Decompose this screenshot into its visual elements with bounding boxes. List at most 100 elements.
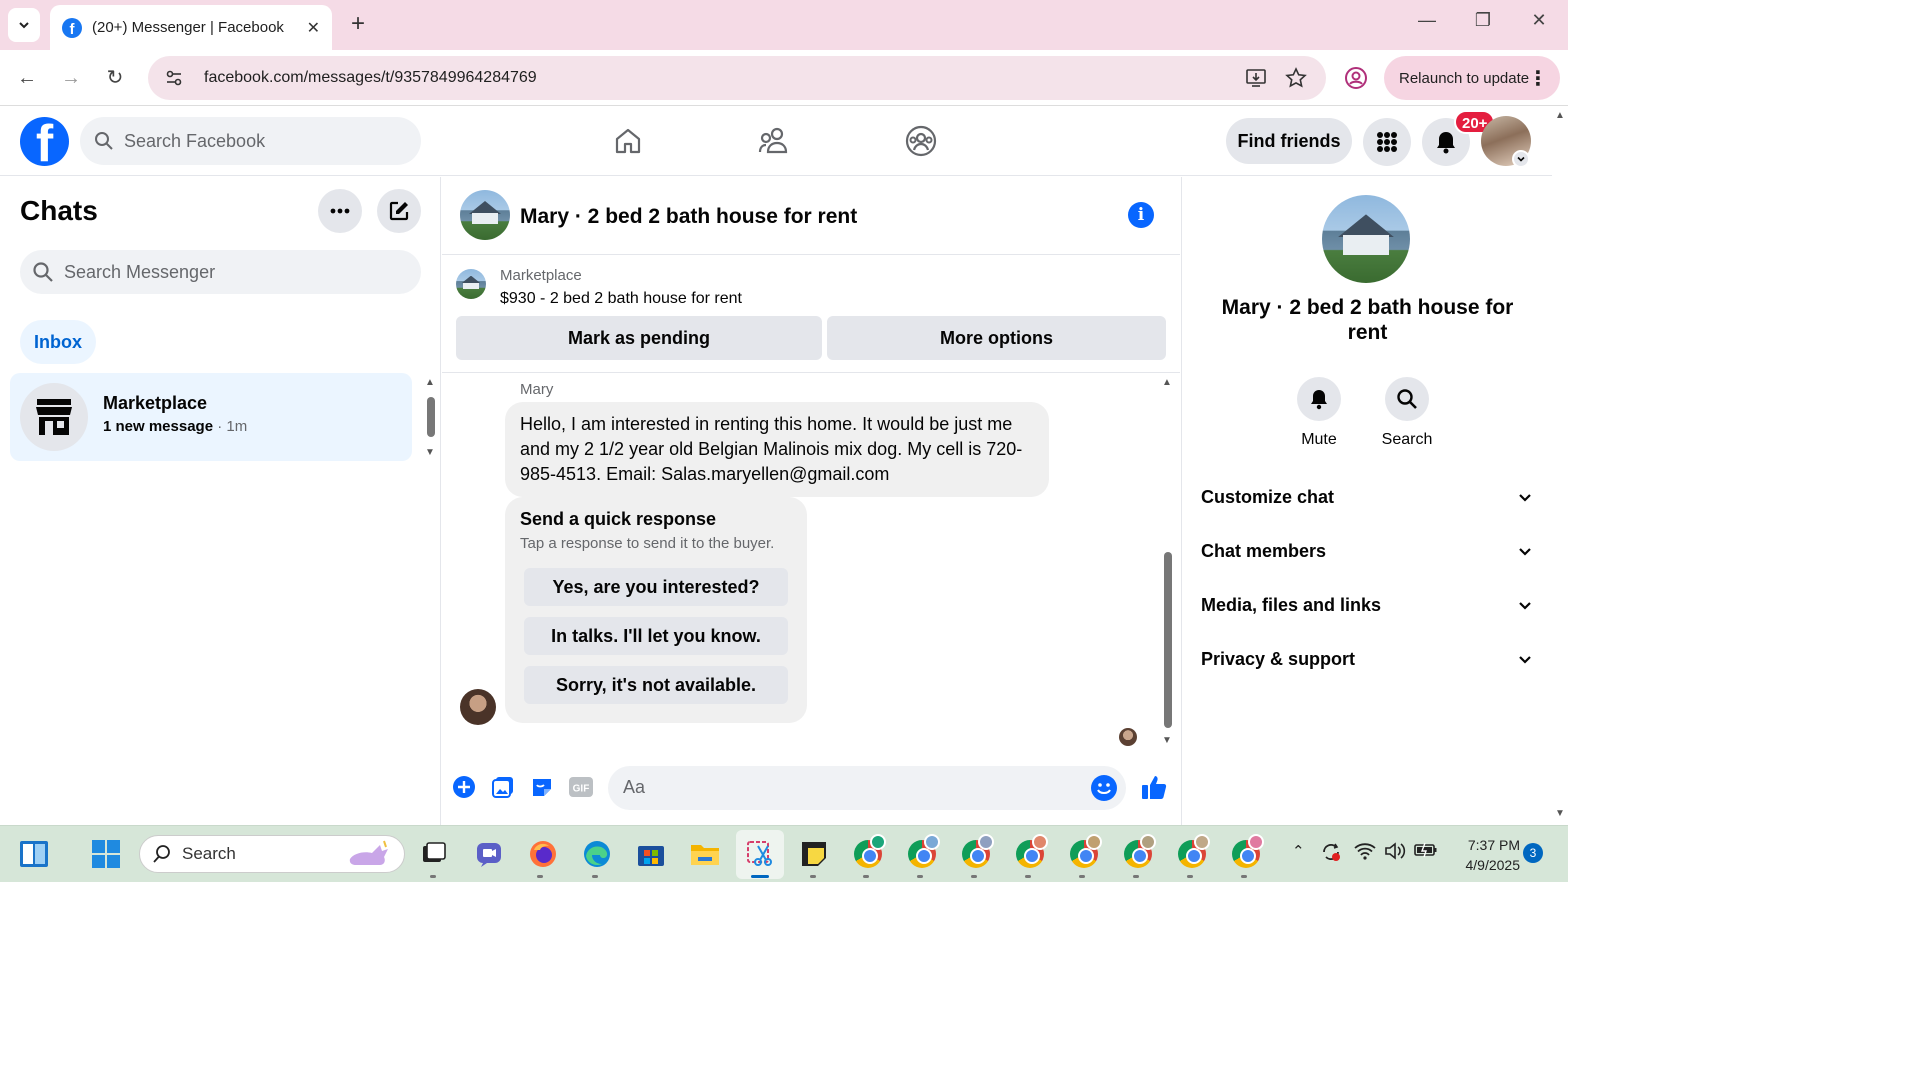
- search-in-conversation-button[interactable]: Search: [1369, 377, 1445, 449]
- section-label: Chat members: [1201, 540, 1327, 561]
- facebook-search-placeholder: Search Facebook: [124, 130, 266, 151]
- menu-grid-icon[interactable]: [1363, 118, 1411, 166]
- messages-scroll-down-icon[interactable]: ▼: [1162, 735, 1172, 746]
- info-icon[interactable]: i: [1128, 202, 1154, 228]
- listing-title[interactable]: $930 - 2 bed 2 bath house for rent: [500, 290, 742, 308]
- sync-status-icon[interactable]: [1320, 842, 1342, 866]
- chat-list-item[interactable]: Marketplace 1 new message · 1m: [10, 373, 412, 461]
- minimize-icon[interactable]: —: [1412, 10, 1442, 31]
- browser-tab[interactable]: f (20+) Messenger | Facebook ✕: [50, 5, 332, 50]
- page-scroll-up-icon[interactable]: ▲: [1552, 110, 1568, 124]
- chrome-profile-icon[interactable]: [1014, 834, 1048, 870]
- privacy-support-section[interactable]: Privacy & support: [1201, 639, 1533, 679]
- show-hidden-icons-icon[interactable]: ⌃: [1292, 842, 1305, 860]
- sender-avatar[interactable]: [460, 689, 496, 725]
- friends-icon[interactable]: [757, 124, 791, 158]
- address-bar[interactable]: facebook.com/messages/t/9357849964284769: [148, 56, 1326, 100]
- messages-scroll-up-icon[interactable]: ▲: [1162, 377, 1172, 388]
- quick-response-option[interactable]: Sorry, it's not available.: [524, 666, 788, 704]
- media-files-links-section[interactable]: Media, files and links: [1201, 585, 1533, 625]
- facebook-search-input[interactable]: Search Facebook: [80, 117, 421, 165]
- plus-circle-icon[interactable]: [451, 774, 477, 800]
- inbox-filter-tab[interactable]: Inbox: [20, 320, 96, 364]
- sticker-icon[interactable]: [529, 774, 555, 800]
- volume-icon[interactable]: [1384, 842, 1406, 864]
- emoji-icon[interactable]: [1090, 774, 1118, 802]
- chevron-down-icon: [1519, 656, 1531, 664]
- message-input[interactable]: Aa: [608, 766, 1126, 810]
- edge-icon[interactable]: [581, 838, 613, 870]
- new-message-button[interactable]: [377, 189, 421, 233]
- chevron-down-icon: [1519, 548, 1531, 556]
- install-app-icon[interactable]: [1244, 66, 1268, 90]
- sticky-notes-icon[interactable]: [798, 838, 830, 870]
- conversation-avatar[interactable]: [460, 190, 510, 240]
- forward-icon[interactable]: →: [57, 64, 85, 92]
- wifi-icon[interactable]: [1354, 842, 1376, 864]
- widgets-icon[interactable]: [18, 838, 50, 870]
- messages-scrollbar[interactable]: [1164, 552, 1172, 728]
- firefox-icon[interactable]: [527, 838, 559, 870]
- page-scroll-down-icon[interactable]: ▼: [1552, 808, 1568, 822]
- snipping-tool-icon[interactable]: [744, 838, 776, 870]
- browser-profile-icon[interactable]: [1344, 66, 1368, 90]
- search-icon: [1385, 377, 1429, 421]
- microsoft-store-icon[interactable]: [635, 838, 667, 870]
- search-icon: [95, 132, 113, 150]
- search-icon: [153, 845, 170, 863]
- groups-icon[interactable]: [904, 124, 938, 158]
- customize-chat-section[interactable]: Customize chat: [1201, 477, 1533, 517]
- close-window-icon[interactable]: ✕: [1524, 10, 1554, 31]
- back-icon[interactable]: ←: [13, 64, 41, 92]
- reload-icon[interactable]: ↻: [101, 64, 129, 92]
- mark-as-pending-button[interactable]: Mark as pending: [456, 316, 822, 360]
- account-chevron-icon[interactable]: [1512, 150, 1530, 168]
- chat-info-avatar[interactable]: [1322, 195, 1410, 283]
- chrome-profile-icon[interactable]: [906, 834, 940, 870]
- chrome-profile-icon[interactable]: [1230, 834, 1264, 870]
- system-clock[interactable]: 7:37 PM 4/9/2025: [1452, 835, 1521, 875]
- chrome-profile-icon[interactable]: [1176, 834, 1210, 870]
- taskbar-search-input[interactable]: Search: [139, 835, 405, 873]
- windows-start-icon[interactable]: [90, 838, 122, 870]
- task-view-icon[interactable]: [418, 838, 450, 870]
- gif-icon[interactable]: GIF: [568, 774, 594, 800]
- browser-menu-icon[interactable]: ⋮: [1528, 66, 1548, 91]
- chrome-profile-icon[interactable]: [960, 834, 994, 870]
- chrome-profile-icon[interactable]: [1122, 834, 1156, 870]
- file-explorer-icon[interactable]: [689, 838, 721, 870]
- chrome-profile-icon[interactable]: [852, 834, 886, 870]
- notification-center-badge[interactable]: 3: [1523, 843, 1543, 863]
- running-indicator: [592, 875, 598, 878]
- tab-search-button[interactable]: [8, 8, 40, 42]
- messenger-search-input[interactable]: Search Messenger: [20, 250, 421, 294]
- more-options-button[interactable]: More options: [827, 316, 1166, 360]
- chats-scrollbar[interactable]: [427, 397, 435, 437]
- site-info-icon[interactable]: [162, 66, 186, 90]
- conversation-title[interactable]: Mary · 2 bed 2 bath house for rent: [520, 205, 857, 229]
- chat-members-section[interactable]: Chat members: [1201, 531, 1533, 571]
- chats-scroll-up-icon[interactable]: ▲: [425, 377, 435, 388]
- listing-thumbnail[interactable]: [456, 269, 486, 299]
- search-icon: [33, 262, 53, 282]
- quick-response-option[interactable]: In talks. I'll let you know.: [524, 617, 788, 655]
- new-tab-button[interactable]: +: [344, 10, 372, 38]
- incoming-message-bubble[interactable]: Hello, I am interested in renting this h…: [505, 402, 1049, 497]
- chats-scroll-down-icon[interactable]: ▼: [425, 447, 435, 458]
- facebook-logo-icon[interactable]: f: [20, 117, 69, 166]
- mute-button[interactable]: Mute: [1281, 377, 1357, 449]
- quick-response-option[interactable]: Yes, are you interested?: [524, 568, 788, 606]
- restore-icon[interactable]: ❐: [1468, 10, 1498, 31]
- close-tab-icon[interactable]: ✕: [307, 18, 320, 38]
- find-friends-button[interactable]: Find friends: [1226, 118, 1352, 164]
- home-icon[interactable]: [611, 124, 645, 158]
- chat-options-button[interactable]: [318, 189, 362, 233]
- clock-time: 7:37 PM: [1467, 837, 1520, 853]
- chrome-profile-icon[interactable]: [1068, 834, 1102, 870]
- battery-icon[interactable]: [1414, 842, 1438, 862]
- thumbs-up-icon[interactable]: [1139, 772, 1169, 802]
- relaunch-button[interactable]: Relaunch to update ⋮: [1384, 56, 1560, 100]
- teams-chat-icon[interactable]: [473, 838, 505, 870]
- photo-icon[interactable]: [490, 774, 516, 800]
- bookmark-star-icon[interactable]: [1284, 66, 1308, 90]
